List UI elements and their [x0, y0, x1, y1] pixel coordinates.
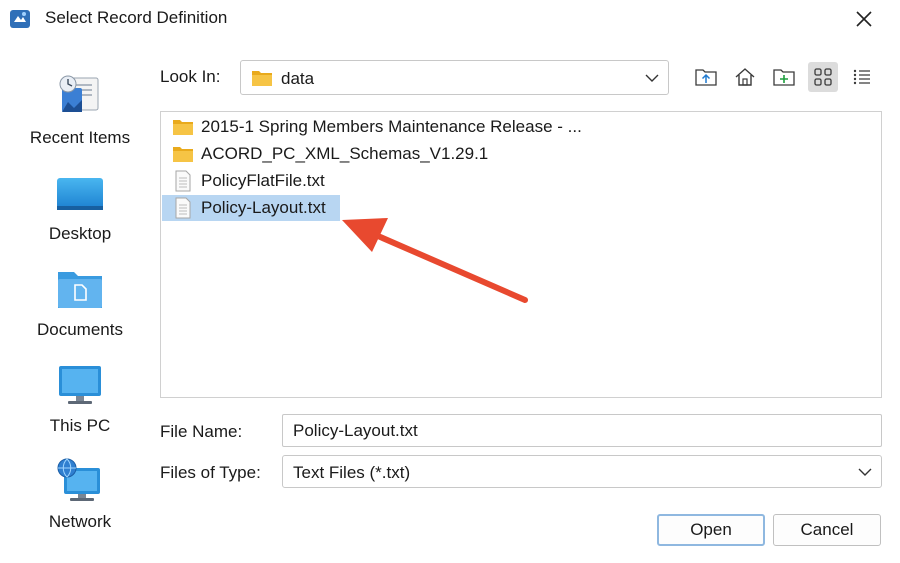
list-view-button[interactable]: [808, 62, 838, 92]
this-pc-icon: [59, 366, 101, 404]
desktop-icon: [57, 178, 103, 210]
place-label: Documents: [37, 320, 123, 339]
home-icon: [735, 68, 755, 86]
place-network[interactable]: Network: [0, 456, 160, 532]
new-folder-icon: [773, 69, 795, 86]
file-name-field[interactable]: [282, 414, 882, 447]
file-name-text: ACORD_PC_XML_Schemas_V1.29.1: [201, 144, 489, 163]
new-folder-button[interactable]: [769, 62, 799, 92]
window-title: Select Record Definition: [45, 8, 228, 27]
file-name-text: 2015-1 Spring Members Maintenance Releas…: [201, 117, 582, 136]
file-type-value: Text Files (*.txt): [293, 463, 411, 482]
open-button[interactable]: Open: [657, 514, 765, 546]
look-in-select[interactable]: data: [240, 60, 669, 95]
file-list-item[interactable]: ACORD_PC_XML_Schemas_V1.29.1: [162, 141, 502, 167]
place-documents[interactable]: Documents: [0, 264, 160, 340]
up-one-level-button[interactable]: [691, 62, 721, 92]
folder-icon: [172, 143, 194, 165]
close-icon: [856, 11, 872, 27]
place-label: This PC: [49, 416, 111, 435]
details-view-button[interactable]: [847, 62, 877, 92]
chevron-down-icon: [858, 468, 872, 476]
folder-icon: [172, 116, 194, 138]
file-name-text: Policy-Layout.txt: [201, 198, 326, 217]
details-view-icon: [853, 69, 870, 85]
close-button[interactable]: [846, 4, 882, 34]
grid-view-icon: [814, 68, 832, 86]
file-list[interactable]: 2015-1 Spring Members Maintenance Releas…: [160, 111, 882, 398]
file-list-item[interactable]: 2015-1 Spring Members Maintenance Releas…: [162, 114, 596, 140]
place-label: Desktop: [48, 224, 112, 243]
text-file-icon: [172, 170, 194, 192]
place-label: Network: [48, 512, 112, 531]
recent-items-icon: [59, 75, 99, 112]
place-label: Recent Items: [29, 128, 131, 147]
file-type-select[interactable]: Text Files (*.txt): [282, 455, 882, 488]
chevron-down-icon: [645, 74, 659, 82]
look-in-value: data: [281, 69, 315, 88]
folder-up-icon: [695, 69, 717, 86]
file-list-item[interactable]: PolicyFlatFile.txt: [162, 168, 339, 194]
text-file-icon: [172, 197, 194, 219]
cancel-button[interactable]: Cancel: [773, 514, 881, 546]
file-type-label: Files of Type:: [160, 463, 261, 482]
folder-icon: [252, 71, 272, 86]
place-recent-items[interactable]: Recent Items: [0, 72, 160, 148]
file-list-item-selected[interactable]: Policy-Layout.txt: [162, 195, 340, 221]
place-this-pc[interactable]: This PC: [0, 360, 160, 436]
documents-icon: [58, 272, 102, 308]
network-icon: [57, 458, 100, 501]
title-bar: Select Record Definition: [0, 0, 900, 38]
places-sidebar: Recent Items Desktop Documents This PC N…: [0, 60, 160, 540]
home-button[interactable]: [730, 62, 760, 92]
app-icon: [10, 10, 30, 28]
file-name-text: PolicyFlatFile.txt: [201, 171, 325, 190]
look-in-label: Look In:: [160, 67, 221, 86]
file-name-label: File Name:: [160, 422, 243, 441]
place-desktop[interactable]: Desktop: [0, 168, 160, 244]
